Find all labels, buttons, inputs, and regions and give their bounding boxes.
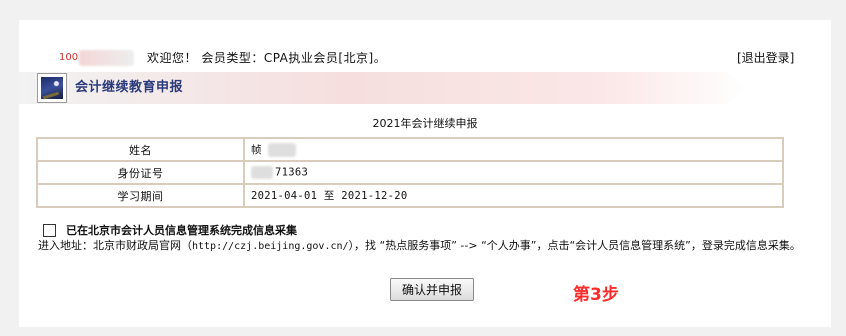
name-redacted [268,143,297,157]
instructions-text: 进入地址：北京市财政局官网（http://czj.beijing.gov.cn/… [38,239,818,254]
name-label: 姓名 [36,137,245,162]
id-number-value: 71363 [243,160,784,185]
table-row: 姓名 帧 [36,137,784,162]
logout-link[interactable]: [退出登录] [737,48,794,68]
table-row: 身份证号 71363 [36,160,784,185]
user-info-bar: 100 欢迎您！ 会员类型：CPA执业会员[北京]。 [退出登录] [19,48,831,68]
confirm-submit-button[interactable]: 确认并申报 [390,278,474,301]
table-row: 学习期间 2021-04-01 至 2021-12-20 [36,183,784,208]
name-value: 帧 [243,137,784,162]
step-annotation: 第3步 [573,285,619,305]
info-collection-checkbox-row: 已在北京市会计人员信息管理系统完成信息采集 [43,223,297,239]
id-number-text: 71363 [275,166,309,179]
id-number-redacted [251,166,273,179]
info-collection-checkbox[interactable] [43,223,56,237]
instructions-suffix: ），找 “热点服务事项” --> “个人办事”，点击“会计人员信息管理系统”，登… [348,239,801,252]
section-title: 会计继续教育申报 [75,80,184,95]
instructions-prefix: 进入地址：北京市财政局官网（ [38,239,192,252]
declaration-info-table: 姓名 帧 身份证号 71363 学习期间 2021-04-01 至 2021-1… [36,137,784,208]
member-id-redacted [79,50,134,66]
main-panel: 100 欢迎您！ 会员类型：CPA执业会员[北京]。 [退出登录] 会计继续教育… [19,20,831,327]
info-collection-label: 已在北京市会计人员信息管理系统完成信息采集 [66,224,297,237]
form-caption: 2021年会计继续申报 [372,117,478,130]
welcome-text: 欢迎您！ 会员类型：CPA执业会员[北京]。 [147,51,387,65]
name-text: 帧 [251,144,262,156]
report-image-icon [37,73,67,103]
id-number-label: 身份证号 [36,160,245,185]
study-period-label: 学习期间 [36,183,245,208]
member-id: 100 [59,52,79,63]
instructions-url: http://czj.beijing.gov.cn/ [192,241,349,252]
study-period-value: 2021-04-01 至 2021-12-20 [243,183,784,208]
